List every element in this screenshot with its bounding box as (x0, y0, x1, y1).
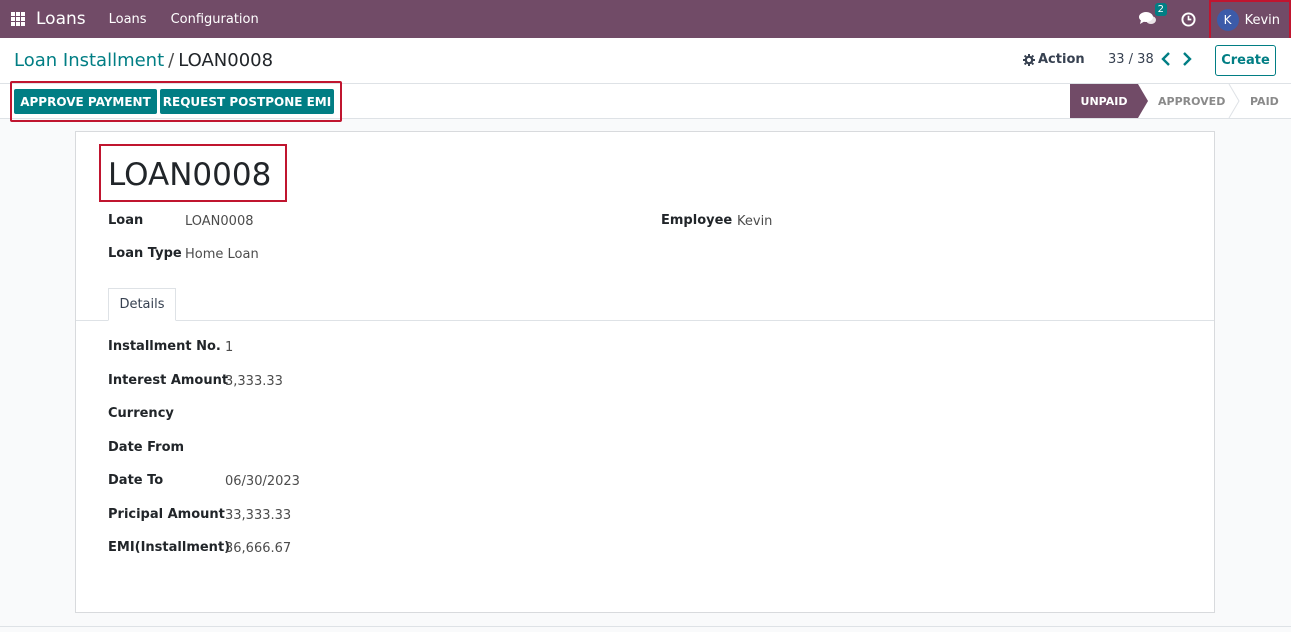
loan-type-label: Loan Type (108, 246, 182, 261)
currency-label: Currency (108, 406, 174, 421)
stage-separator-arrow (1228, 84, 1240, 118)
approve-payment-button[interactable]: APPROVE PAYMENT (14, 89, 157, 114)
interest-amount-value[interactable]: 3,333.33 (225, 374, 283, 389)
loan-value[interactable]: LOAN0008 (185, 214, 254, 229)
action-label: Action (1038, 52, 1085, 67)
loan-label: Loan (108, 213, 144, 228)
menu-configuration[interactable]: Configuration (171, 12, 259, 27)
chat-bubbles-icon (1138, 12, 1156, 24)
stage-unpaid-arrow (1138, 84, 1148, 118)
action-menu-button[interactable]: Action (1023, 52, 1085, 67)
interest-amount-label: Interest Amount (108, 373, 229, 388)
breadcrumb-separator: / (168, 50, 175, 71)
navbar-right: 2 K Kevin (1138, 0, 1291, 40)
principal-amount-label: Pricipal Amount (108, 507, 225, 522)
pager-value[interactable]: 33 / 38 (1108, 52, 1154, 67)
emi-installment-value[interactable]: 36,666.67 (225, 541, 291, 556)
menu-loans[interactable]: Loans (109, 12, 147, 27)
record-title: LOAN0008 (108, 157, 272, 193)
chat-count-badge: 2 (1154, 3, 1167, 16)
tab-details[interactable]: Details (108, 288, 176, 321)
user-menu[interactable]: K Kevin (1208, 0, 1291, 40)
stage-paid[interactable]: PAID (1250, 84, 1279, 118)
breadcrumb: Loan Installment / LOAN0008 (14, 50, 273, 71)
control-panel: Loan Installment / LOAN0008 Action 33 / 38… (0, 38, 1291, 84)
avatar: K (1216, 9, 1239, 31)
chevron-right-icon[interactable] (1181, 51, 1193, 67)
clock-icon[interactable] (1181, 11, 1196, 27)
bottom-divider (0, 626, 1291, 627)
tab-divider (76, 320, 1214, 321)
date-to-value[interactable]: 06/30/2023 (225, 474, 300, 489)
apps-grid-icon[interactable] (11, 12, 25, 26)
date-from-label: Date From (108, 440, 185, 455)
installment-no-label: Installment No. (108, 339, 221, 354)
employee-value[interactable]: Kevin (737, 214, 772, 229)
gear-icon (1023, 53, 1035, 66)
user-name: Kevin (1244, 12, 1280, 28)
stage-unpaid[interactable]: UNPAID (1070, 84, 1138, 118)
app-brand[interactable]: Loans (36, 9, 86, 29)
loan-type-value[interactable]: Home Loan (185, 247, 259, 262)
installment-no-value[interactable]: 1 (225, 340, 233, 355)
date-to-label: Date To (108, 473, 164, 488)
stage-approved[interactable]: APPROVED (1158, 84, 1225, 118)
breadcrumb-current: LOAN0008 (178, 50, 274, 71)
statusbar: APPROVE PAYMENT REQUEST POSTPONE EMI UNP… (0, 81, 1291, 122)
create-button[interactable]: Create (1215, 45, 1276, 76)
chat-icon[interactable]: 2 (1138, 3, 1167, 27)
top-navbar: Loans Loans Configuration 2 K Kevin (0, 0, 1291, 40)
emi-installment-label: EMI(Installment) (108, 540, 231, 555)
principal-amount-value[interactable]: 33,333.33 (225, 508, 291, 523)
chevron-left-icon[interactable] (1160, 51, 1172, 67)
breadcrumb-parent[interactable]: Loan Installment (14, 50, 164, 71)
employee-label: Employee (661, 213, 733, 228)
request-postpone-emi-button[interactable]: REQUEST POSTPONE EMI (160, 89, 334, 114)
